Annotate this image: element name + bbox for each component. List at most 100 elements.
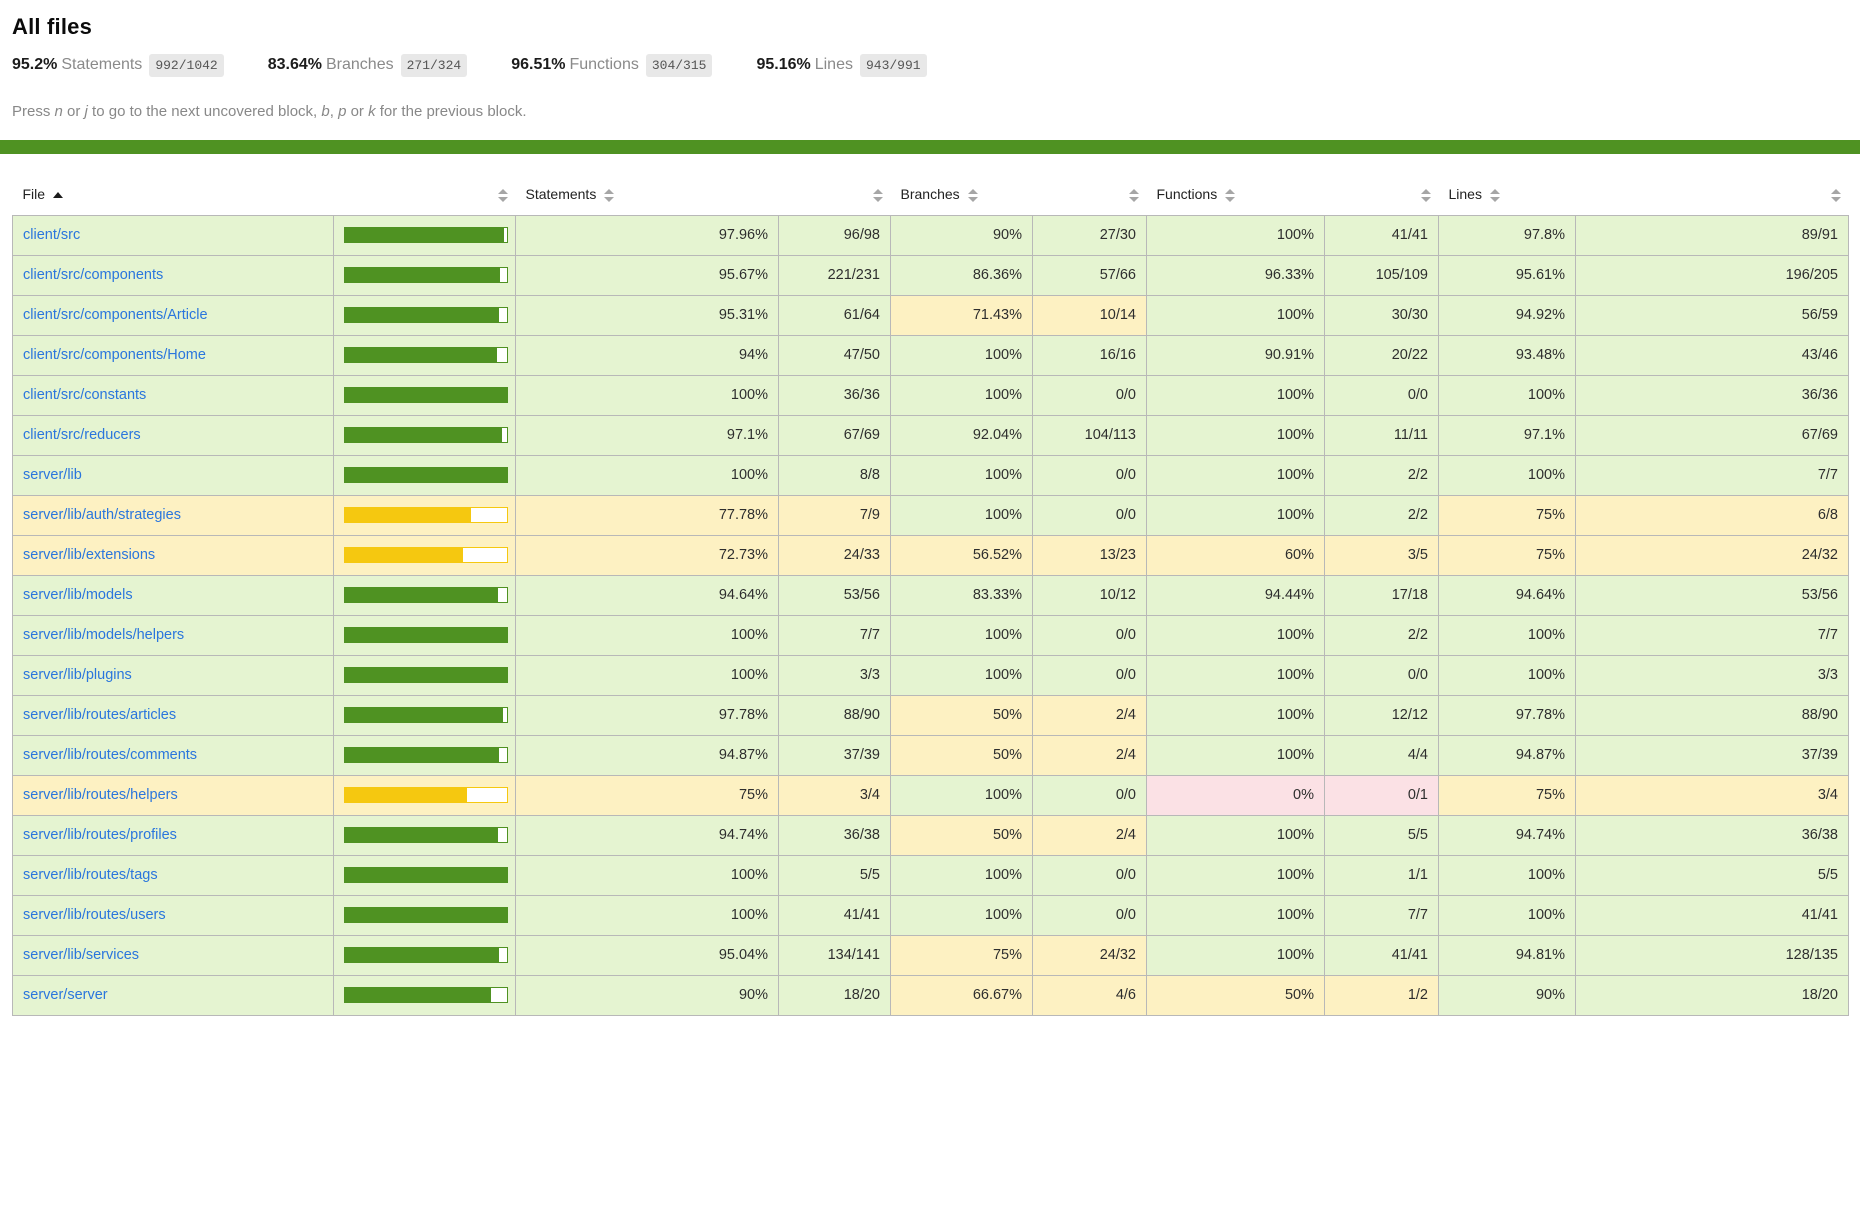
summary-stat-fraction: 992/1042 bbox=[149, 54, 223, 77]
file-link[interactable]: client/src/components bbox=[23, 267, 163, 283]
column-header-statements_raw[interactable] bbox=[779, 174, 891, 215]
statements-fraction-cell: 37/39 bbox=[779, 735, 891, 775]
coverage-bar-cell bbox=[334, 615, 516, 655]
functions-fraction-cell: 30/30 bbox=[1325, 295, 1439, 335]
statements-fraction-cell: 18/20 bbox=[779, 975, 891, 1015]
table-row: server/lib/plugins100%3/3100%0/0100%0/01… bbox=[13, 655, 1849, 695]
statements-pct-cell: 97.78% bbox=[516, 695, 779, 735]
coverage-bar bbox=[344, 707, 508, 723]
lines-pct-cell: 75% bbox=[1439, 535, 1576, 575]
file-link[interactable]: client/src/constants bbox=[23, 387, 146, 403]
sort-icon[interactable] bbox=[1225, 188, 1235, 203]
column-header-lines[interactable]: Lines bbox=[1439, 174, 1576, 215]
table-row: server/lib/routes/tags100%5/5100%0/0100%… bbox=[13, 855, 1849, 895]
statements-fraction-cell: 67/69 bbox=[779, 415, 891, 455]
table-row: server/lib/models94.64%53/5683.33%10/129… bbox=[13, 575, 1849, 615]
file-link[interactable]: server/lib/models/helpers bbox=[23, 627, 184, 643]
lines-pct-cell: 100% bbox=[1439, 455, 1576, 495]
hint-text: or bbox=[346, 103, 368, 120]
statements-pct-cell: 94% bbox=[516, 335, 779, 375]
column-header-lines_raw[interactable] bbox=[1576, 174, 1849, 215]
coverage-bar-empty bbox=[504, 228, 507, 242]
coverage-bar bbox=[344, 827, 508, 843]
file-link[interactable]: server/server bbox=[23, 987, 108, 1003]
lines-pct-cell: 100% bbox=[1439, 895, 1576, 935]
column-header-functions_raw[interactable] bbox=[1325, 174, 1439, 215]
hint-text: to go to the next uncovered block, bbox=[88, 103, 321, 120]
column-header-pic[interactable] bbox=[334, 174, 516, 215]
sort-icon[interactable] bbox=[498, 188, 508, 203]
file-link[interactable]: client/src/components/Article bbox=[23, 307, 208, 323]
file-link[interactable]: server/lib/routes/tags bbox=[23, 867, 158, 883]
file-link[interactable]: server/lib/routes/users bbox=[23, 907, 166, 923]
page-title: All files bbox=[12, 14, 1848, 40]
coverage-bar bbox=[344, 667, 508, 683]
column-header-branches[interactable]: Branches bbox=[891, 174, 1033, 215]
file-link[interactable]: client/src/reducers bbox=[23, 427, 141, 443]
lines-pct-cell: 94.74% bbox=[1439, 815, 1576, 855]
file-cell: client/src/components bbox=[13, 255, 334, 295]
coverage-bar-cell bbox=[334, 535, 516, 575]
functions-pct-cell: 100% bbox=[1147, 895, 1325, 935]
summary-stat-fraction: 271/324 bbox=[401, 54, 468, 77]
branches-fraction-cell: 57/66 bbox=[1033, 255, 1147, 295]
sort-icon[interactable] bbox=[1129, 188, 1139, 203]
file-link[interactable]: server/lib/models bbox=[23, 587, 133, 603]
file-link[interactable]: client/src bbox=[23, 227, 80, 243]
summary-stat-label: Branches bbox=[326, 56, 394, 73]
column-header-file[interactable]: File bbox=[13, 174, 334, 215]
file-link[interactable]: server/lib/plugins bbox=[23, 667, 132, 683]
file-link[interactable]: server/lib bbox=[23, 467, 82, 483]
sort-icon[interactable] bbox=[1490, 188, 1500, 203]
file-link[interactable]: server/lib/routes/profiles bbox=[23, 827, 177, 843]
table-row: client/src/components/Article95.31%61/64… bbox=[13, 295, 1849, 335]
sort-icon[interactable] bbox=[968, 188, 978, 203]
file-cell: client/src bbox=[13, 215, 334, 255]
coverage-bar bbox=[344, 627, 508, 643]
statements-pct-cell: 95.67% bbox=[516, 255, 779, 295]
sort-icon[interactable] bbox=[1831, 188, 1841, 203]
functions-fraction-cell: 0/0 bbox=[1325, 375, 1439, 415]
branches-pct-cell: 100% bbox=[891, 375, 1033, 415]
lines-fraction-cell: 36/38 bbox=[1576, 815, 1849, 855]
lines-fraction-cell: 36/36 bbox=[1576, 375, 1849, 415]
lines-pct-cell: 93.48% bbox=[1439, 335, 1576, 375]
branches-fraction-cell: 2/4 bbox=[1033, 815, 1147, 855]
file-cell: server/lib/models bbox=[13, 575, 334, 615]
file-link[interactable]: server/lib/routes/comments bbox=[23, 747, 197, 763]
functions-fraction-cell: 3/5 bbox=[1325, 535, 1439, 575]
sort-icon[interactable] bbox=[604, 188, 614, 203]
file-link[interactable]: client/src/components/Home bbox=[23, 347, 206, 363]
coverage-bar-fill bbox=[345, 748, 499, 762]
file-link[interactable]: server/lib/routes/helpers bbox=[23, 787, 178, 803]
coverage-bar-fill bbox=[345, 508, 471, 522]
sort-asc-icon[interactable] bbox=[53, 188, 63, 203]
branches-fraction-cell: 16/16 bbox=[1033, 335, 1147, 375]
file-link[interactable]: server/lib/services bbox=[23, 947, 139, 963]
functions-pct-cell: 90.91% bbox=[1147, 335, 1325, 375]
coverage-bar-cell bbox=[334, 495, 516, 535]
table-row: client/src/constants100%36/36100%0/0100%… bbox=[13, 375, 1849, 415]
coverage-bar-fill bbox=[345, 868, 507, 882]
column-header-statements[interactable]: Statements bbox=[516, 174, 779, 215]
table-row: client/src/components95.67%221/23186.36%… bbox=[13, 255, 1849, 295]
statements-pct-cell: 100% bbox=[516, 455, 779, 495]
column-header-label: Lines bbox=[1449, 186, 1482, 202]
coverage-bar-cell bbox=[334, 975, 516, 1015]
file-link[interactable]: server/lib/routes/articles bbox=[23, 707, 176, 723]
file-link[interactable]: server/lib/extensions bbox=[23, 547, 155, 563]
sort-icon[interactable] bbox=[873, 188, 883, 203]
file-link[interactable]: server/lib/auth/strategies bbox=[23, 507, 181, 523]
file-cell: server/lib/routes/helpers bbox=[13, 775, 334, 815]
column-header-functions[interactable]: Functions bbox=[1147, 174, 1325, 215]
statements-fraction-cell: 36/38 bbox=[779, 815, 891, 855]
file-cell: server/lib/routes/users bbox=[13, 895, 334, 935]
lines-pct-cell: 97.78% bbox=[1439, 695, 1576, 735]
coverage-bar bbox=[344, 547, 508, 563]
lines-pct-cell: 94.81% bbox=[1439, 935, 1576, 975]
file-cell: server/lib/models/helpers bbox=[13, 615, 334, 655]
coverage-bar-empty bbox=[502, 428, 507, 442]
lines-pct-cell: 97.8% bbox=[1439, 215, 1576, 255]
sort-icon[interactable] bbox=[1421, 188, 1431, 203]
column-header-branches_raw[interactable] bbox=[1033, 174, 1147, 215]
